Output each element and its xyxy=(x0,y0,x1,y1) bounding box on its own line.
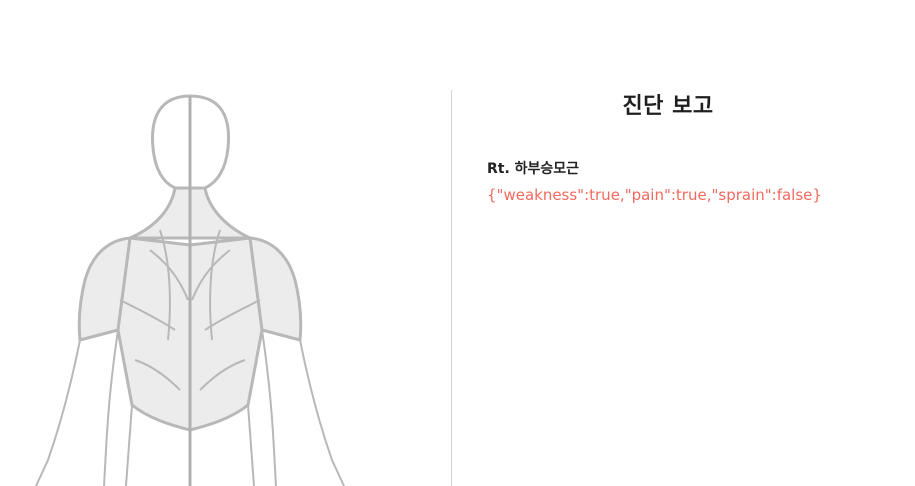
diagnosis-page: 진단 보고 Rt. 하부승모근 {"weakness":true,"pain":… xyxy=(0,0,915,486)
left-back-muscle xyxy=(116,236,192,432)
report-title: 진단 보고 xyxy=(622,94,714,119)
finding-item: Rt. 하부승모근 {"weakness":true,"pain":true,"… xyxy=(487,158,907,204)
body-back-svg xyxy=(35,94,345,486)
finding-muscle-name: Rt. 하부승모근 xyxy=(487,161,580,177)
diagnosis-report-panel: 진단 보고 Rt. 하부승모근 {"weakness":true,"pain":… xyxy=(487,88,907,204)
right-back-muscle xyxy=(188,236,264,432)
section-divider xyxy=(451,90,452,486)
body-back-diagram[interactable] xyxy=(0,0,450,486)
finding-detail: {"weakness":true,"pain":true,"sprain":fa… xyxy=(487,186,822,204)
